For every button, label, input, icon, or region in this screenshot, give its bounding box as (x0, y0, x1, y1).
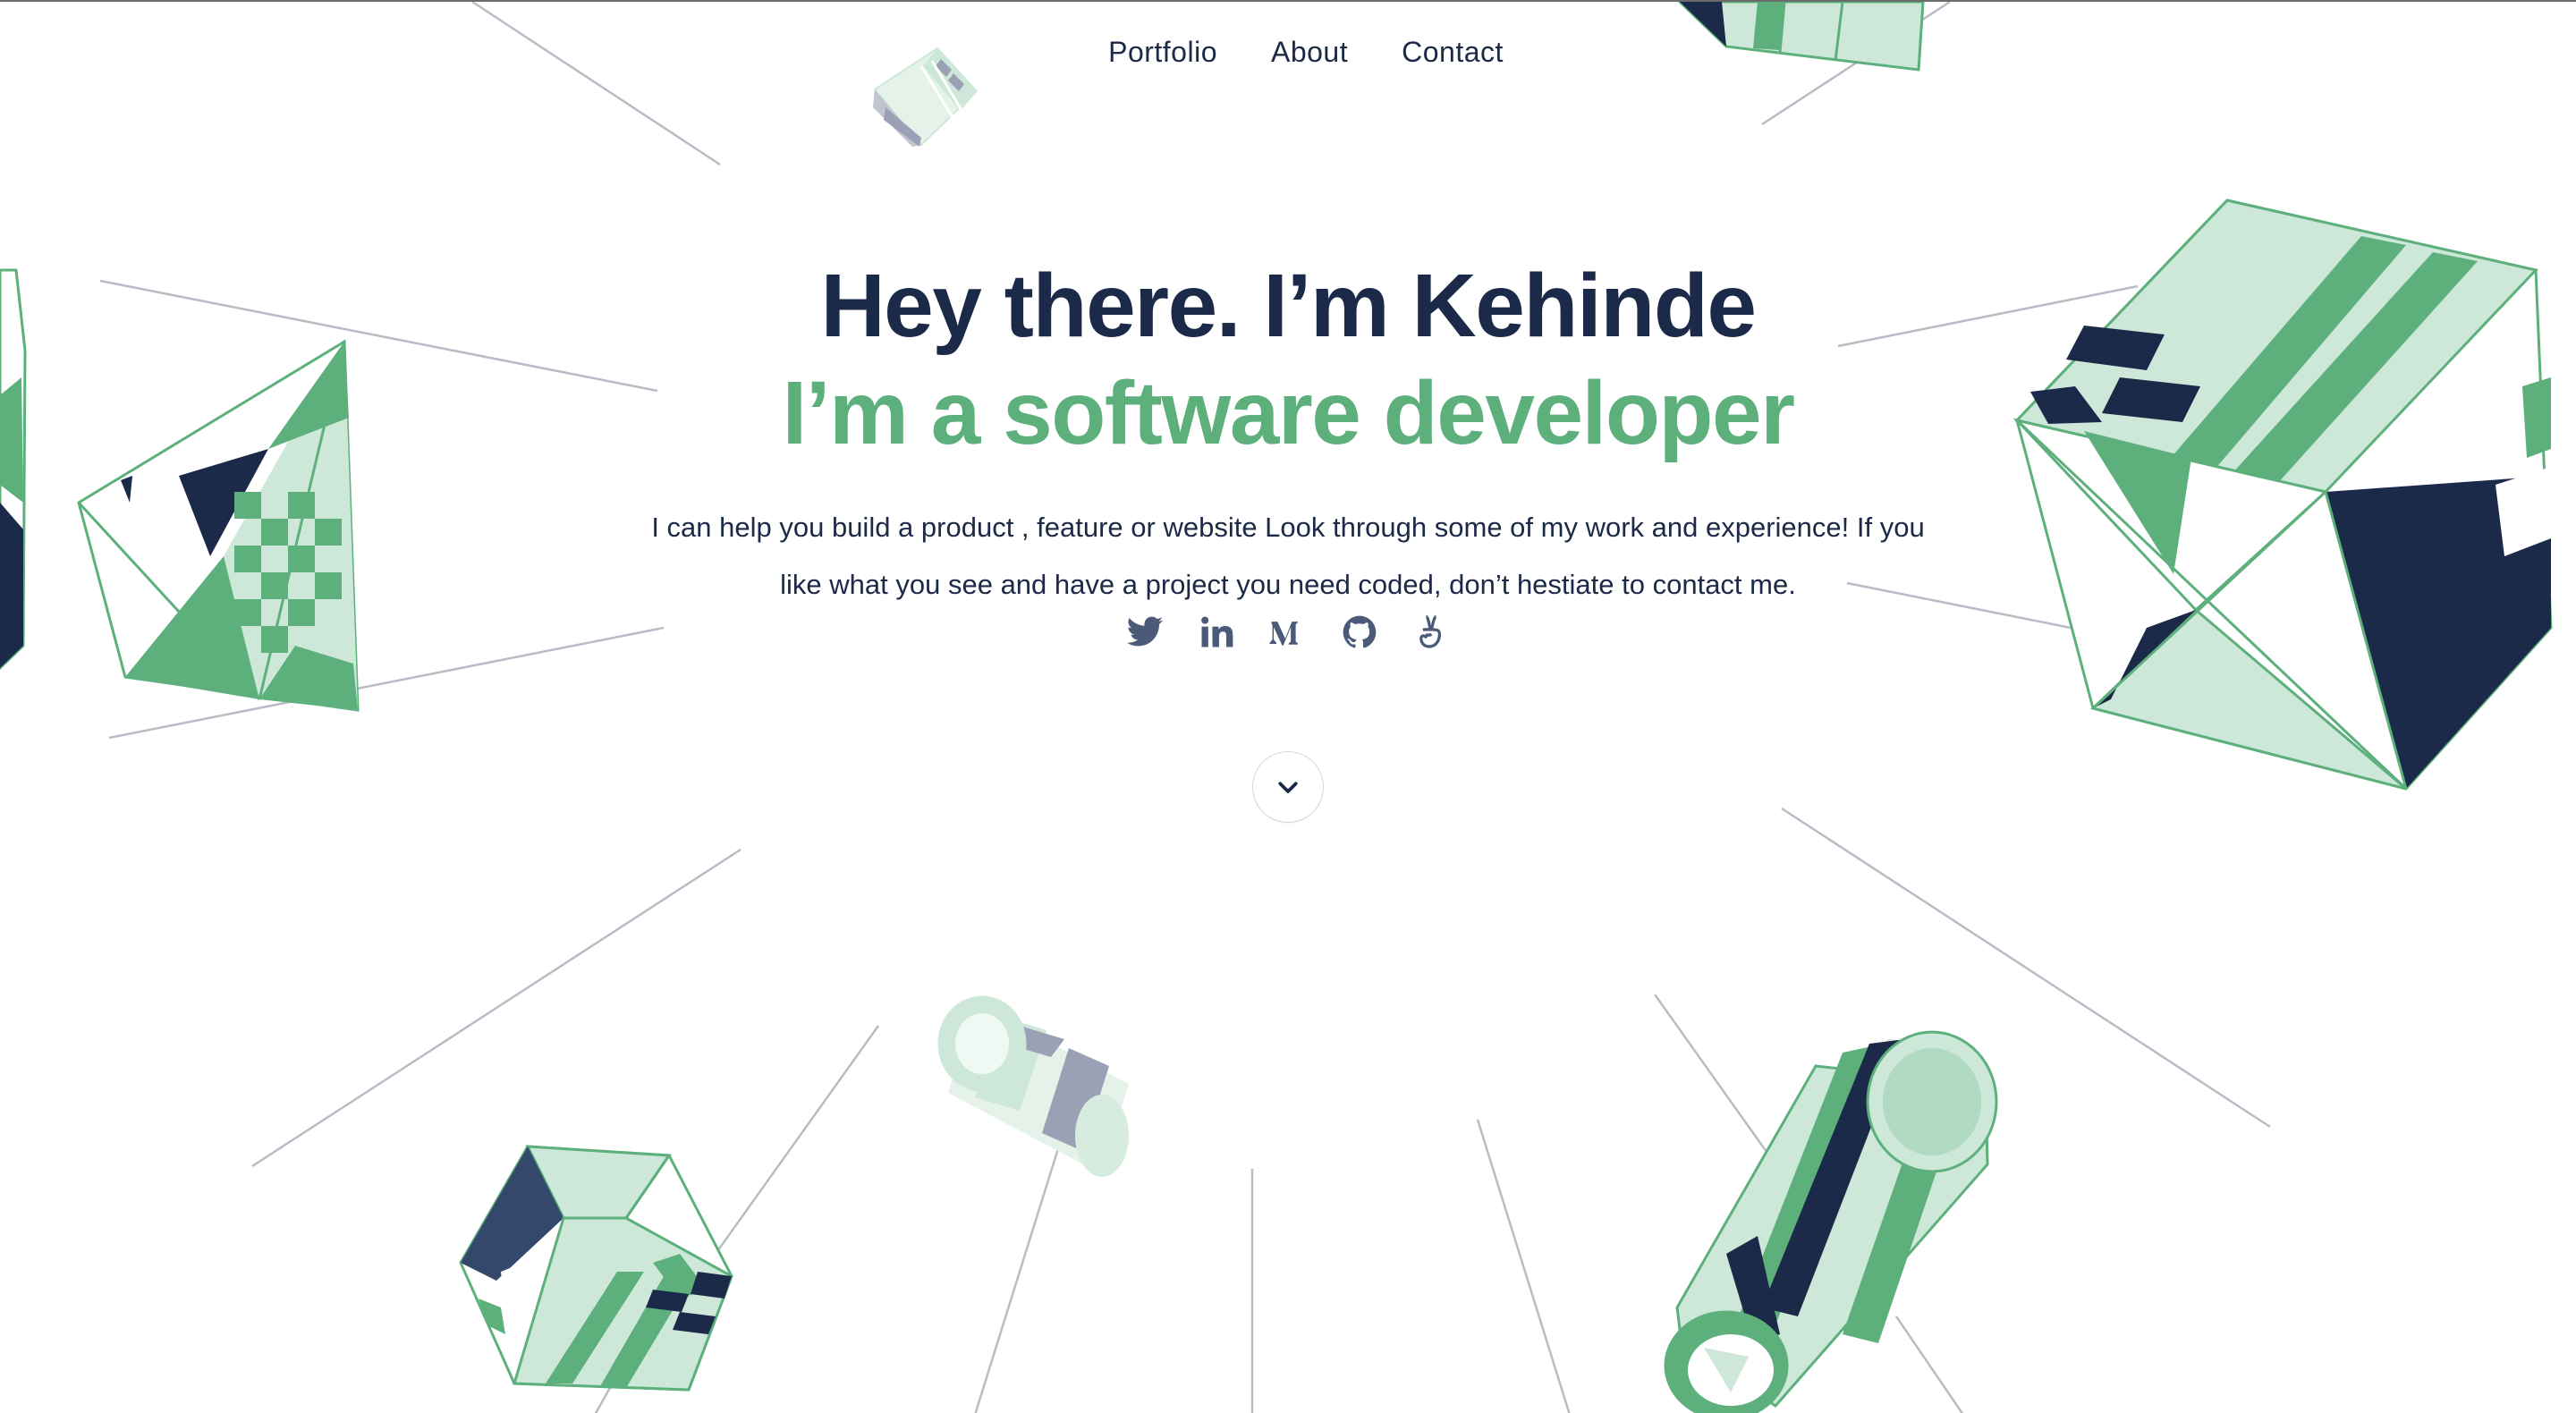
social-links (0, 612, 2576, 653)
hero-title: Hey there. I’m Kehinde (820, 256, 1757, 356)
nav-link-portfolio[interactable]: Portfolio (1108, 36, 1217, 69)
page: Portfolio About Contact Hey there. I’m K… (0, 0, 2576, 1413)
bottom-right-cylinder-shape (1664, 1030, 1998, 1413)
github-icon[interactable] (1339, 612, 1380, 653)
scroll-down-button[interactable] (1252, 751, 1324, 823)
twitter-icon[interactable] (1124, 612, 1165, 653)
nav-link-about[interactable]: About (1271, 36, 1348, 69)
hero-subtitle: I’m a software developer (782, 363, 1795, 463)
top-navigation: Portfolio About Contact (0, 36, 2576, 69)
hero-description: I can help you build a product , feature… (651, 512, 1925, 600)
nav-link-contact[interactable]: Contact (1402, 36, 1504, 69)
hero-section: Hey there. I’m Kehinde I’m a software de… (0, 252, 2576, 613)
linkedin-icon[interactable] (1196, 612, 1237, 653)
small-cylinder-shape (937, 995, 1129, 1177)
angellist-icon[interactable] (1411, 612, 1452, 653)
chevron-down-icon (1278, 782, 1298, 793)
background-illustration (0, 2, 2553, 1413)
bottom-left-cube-shape (459, 1145, 733, 1392)
medium-icon[interactable] (1267, 612, 1309, 653)
